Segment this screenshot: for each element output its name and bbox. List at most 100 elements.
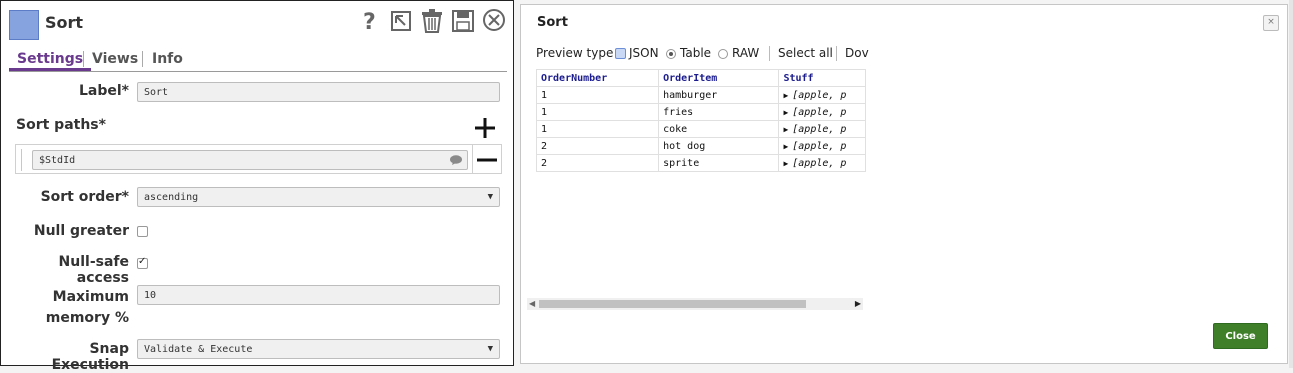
- snap-color-swatch: [9, 10, 39, 40]
- sort-path-input[interactable]: $StdId: [32, 150, 468, 170]
- raw-radio[interactable]: [718, 49, 728, 59]
- expand-arrow-icon[interactable]: ▶: [783, 108, 788, 117]
- null-safe-access-checkbox[interactable]: [137, 256, 148, 269]
- tab-views[interactable]: Views: [92, 51, 138, 67]
- column-header[interactable]: OrderItem: [658, 69, 780, 87]
- expand-arrow-icon[interactable]: ▶: [783, 159, 788, 168]
- table-row[interactable]: 2 hot dog ▶ [apple, p: [536, 137, 866, 155]
- select-all-button[interactable]: Select all: [778, 46, 833, 60]
- snap-header: Sort ?: [1, 1, 513, 45]
- sort-path-divider: [472, 145, 473, 173]
- table-cell: 2: [536, 154, 660, 172]
- preview-table: OrderNumber OrderItem Stuff 1 hamburger ▶[…: [536, 69, 866, 172]
- help-icon[interactable]: ?: [359, 8, 383, 35]
- toolbar-separator: [836, 46, 837, 61]
- window-edge: [1289, 0, 1293, 368]
- table-cell: fries: [658, 103, 780, 121]
- snap-execution-select[interactable]: Validate & Execute ▼: [137, 339, 500, 359]
- preview-table-container: OrderNumber OrderItem Stuff 1 hamburger ▶[…: [536, 69, 866, 299]
- table-cell: coke: [658, 120, 780, 138]
- close-icon[interactable]: ×: [1263, 15, 1279, 31]
- table-cell-value: [apple, p: [792, 106, 847, 118]
- comment-icon[interactable]: [450, 155, 462, 165]
- remove-sort-path-icon[interactable]: [476, 150, 498, 170]
- snap-execution-value: Validate & Execute: [144, 344, 253, 355]
- sort-order-label: Sort order*: [40, 189, 129, 205]
- horizontal-scrollbar[interactable]: ◀ ▶: [527, 298, 863, 310]
- max-memory-label: Maximum memory %: [11, 287, 129, 329]
- table-cell: hot dog: [658, 137, 780, 155]
- save-icon[interactable]: [451, 8, 475, 34]
- tab-info[interactable]: Info: [152, 51, 183, 67]
- raw-option-label[interactable]: RAW: [732, 46, 759, 60]
- add-sort-path-icon[interactable]: [473, 116, 497, 140]
- close-button[interactable]: Close: [1213, 323, 1268, 349]
- sort-path-row: $StdId: [15, 144, 502, 174]
- table-cell-stuff: ▶ [apple, p: [778, 137, 866, 155]
- export-icon[interactable]: [389, 8, 413, 34]
- label-field-label: Label*: [78, 83, 129, 99]
- table-cell: 1: [536, 86, 660, 104]
- sort-paths-label: Sort paths*: [16, 117, 106, 133]
- table-row[interactable]: 1 hamburger ▶ [apple, p: [536, 86, 866, 104]
- sort-order-select[interactable]: ascending ▼: [137, 187, 500, 207]
- table-row[interactable]: 1 coke ▶ [apple, p: [536, 120, 866, 138]
- tab-separator: [83, 51, 84, 67]
- table-cell-stuff: ▶ [apple, p: [778, 120, 866, 138]
- table-option-label[interactable]: Table: [680, 46, 711, 60]
- table-cell: 2: [536, 137, 660, 155]
- sort-path-value: $StdId: [39, 155, 76, 166]
- preview-dialog: Sort × Preview type JSON Table RAW Selec…: [520, 4, 1288, 364]
- table-row[interactable]: 2 sprite ▶ [apple, p: [536, 154, 866, 172]
- table-cell-stuff: ▶ [apple, p: [778, 86, 866, 104]
- expand-arrow-icon[interactable]: ▶: [783, 142, 788, 151]
- table-cell: 1: [536, 120, 660, 138]
- table-cell-stuff: ▶ [apple, p: [778, 154, 866, 172]
- json-option-icon[interactable]: [615, 48, 626, 59]
- scroll-left-icon[interactable]: ◀: [529, 299, 535, 308]
- table-cell: sprite: [658, 154, 780, 172]
- null-greater-label: Null greater: [33, 223, 129, 239]
- scroll-right-icon[interactable]: ▶: [855, 299, 861, 308]
- svg-text:?: ?: [363, 10, 376, 34]
- snap-settings-panel: Sort ? Settings Views Info Label* Sort S…: [0, 0, 514, 373]
- table-body: 1 hamburger ▶ [apple, p 1 fries ▶ [apple, p 1 cok…: [536, 86, 866, 172]
- table-header-row: OrderNumber OrderItem Stuff: [536, 69, 866, 87]
- close-circle-icon[interactable]: [482, 8, 506, 34]
- dropdown-arrow-icon: ▼: [487, 344, 493, 354]
- scrollbar-thumb[interactable]: [539, 300, 806, 308]
- json-option-label[interactable]: JSON: [629, 46, 659, 60]
- tab-separator: [142, 51, 143, 67]
- preview-type-label: Preview type: [536, 46, 614, 60]
- sort-order-value: ascending: [144, 192, 199, 203]
- expand-arrow-icon[interactable]: ▶: [783, 91, 788, 100]
- table-cell: hamburger: [658, 86, 780, 104]
- column-header[interactable]: OrderNumber: [536, 69, 660, 87]
- snap-title: Sort: [45, 13, 84, 32]
- table-cell-value: [apple, p: [792, 89, 847, 101]
- null-greater-checkbox[interactable]: [137, 226, 148, 237]
- table-cell-value: [apple, p: [792, 123, 847, 135]
- table-row[interactable]: 1 fries ▶ [apple, p: [536, 103, 866, 121]
- preview-title: Sort: [537, 15, 568, 30]
- download-button[interactable]: Dov: [845, 46, 869, 60]
- table-cell-value: [apple, p: [792, 157, 847, 169]
- trash-icon[interactable]: [420, 8, 444, 34]
- table-cell-stuff: ▶ [apple, p: [778, 103, 866, 121]
- table-cell: 1: [536, 103, 660, 121]
- null-safe-access-label: Null-safe access: [58, 254, 129, 286]
- max-memory-label-line1: Maximum: [52, 289, 129, 305]
- toolbar-separator: [769, 46, 770, 61]
- label-input[interactable]: Sort: [137, 82, 500, 102]
- tab-settings[interactable]: Settings: [8, 51, 92, 71]
- snap-tabs: Settings Views Info: [8, 49, 507, 72]
- snap-execution-label: Snap Execution: [51, 341, 129, 373]
- column-header[interactable]: Stuff: [778, 69, 866, 87]
- expand-arrow-icon[interactable]: ▶: [783, 125, 788, 134]
- sort-path-grip[interactable]: [21, 149, 22, 171]
- table-radio[interactable]: [666, 49, 676, 59]
- dropdown-arrow-icon: ▼: [487, 192, 493, 202]
- table-cell-value: [apple, p: [792, 140, 847, 152]
- max-memory-input[interactable]: 10: [137, 285, 500, 305]
- max-memory-label-line2: memory %: [45, 310, 129, 326]
